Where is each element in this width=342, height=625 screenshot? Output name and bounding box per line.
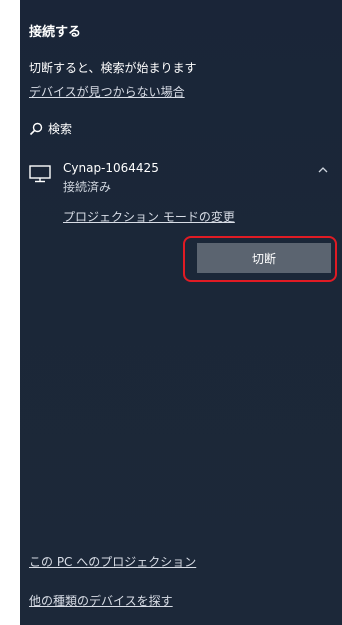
disconnect-button[interactable]: 切断	[197, 243, 331, 273]
device-not-found-link[interactable]: デバイスが見つからない場合	[29, 83, 185, 100]
chevron-up-icon[interactable]	[317, 166, 329, 174]
search-icon	[29, 122, 43, 135]
device-name: Cynap-1064425	[63, 161, 159, 175]
device-item[interactable]: Cynap-1064425 接続済み	[29, 161, 329, 201]
device-status: 接続済み	[63, 180, 112, 194]
status-text: 切断すると、検索が始まります	[29, 61, 197, 75]
panel-title: 接続する	[29, 25, 82, 40]
find-other-devices-link[interactable]: 他の種類のデバイスを探す	[29, 592, 173, 609]
connect-panel: 接続する 切断すると、検索が始まります デバイスが見つからない場合 検索 Cyn…	[20, 0, 342, 625]
monitor-icon	[29, 165, 51, 183]
search-label: 検索	[48, 122, 73, 136]
change-projection-mode-link[interactable]: プロジェクション モードの変更	[63, 208, 235, 225]
search-button[interactable]: 検索	[29, 120, 72, 137]
project-to-this-pc-link[interactable]: この PC へのプロジェクション	[29, 553, 196, 570]
